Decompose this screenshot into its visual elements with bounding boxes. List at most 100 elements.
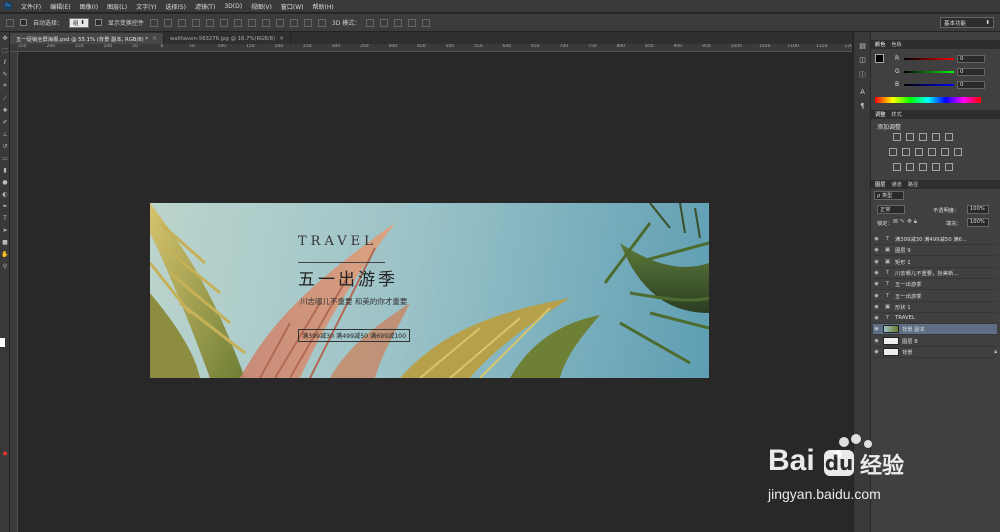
move-tool-icon[interactable]: ✥ xyxy=(1,34,9,42)
align-right-icon[interactable] xyxy=(219,18,228,27)
distribute-top-icon[interactable] xyxy=(233,18,242,27)
green-slider[interactable] xyxy=(904,70,954,73)
tab-channels[interactable]: 通道 xyxy=(891,181,901,188)
align-hcenter-icon[interactable] xyxy=(205,18,214,27)
exposure-icon[interactable] xyxy=(932,133,940,141)
vibrance-icon[interactable] xyxy=(945,133,953,141)
brightness-icon[interactable] xyxy=(893,133,901,141)
properties-panel-icon[interactable]: ◫ xyxy=(858,56,867,65)
layer-filter-dropdown[interactable]: ρ 类型 xyxy=(874,191,904,200)
align-top-icon[interactable] xyxy=(149,18,158,27)
layer-name[interactable]: TRAVEL xyxy=(895,315,915,321)
red-slider-row[interactable]: R 0 xyxy=(895,54,1000,63)
layer-row[interactable]: ◉ ▣ 图层 9 xyxy=(873,245,997,257)
photo-filter-icon[interactable] xyxy=(928,148,936,156)
tab-color[interactable]: 颜色 xyxy=(875,41,885,48)
info-panel-icon[interactable]: ⓘ xyxy=(858,70,867,79)
menu-3d[interactable]: 3D(D) xyxy=(224,3,242,10)
green-value-input[interactable]: 0 xyxy=(957,67,985,76)
gradient-tool-icon[interactable]: ▮ xyxy=(1,166,9,174)
threshold-icon[interactable] xyxy=(919,163,927,171)
healing-tool-icon[interactable]: ✚ xyxy=(1,106,9,114)
tab-paths[interactable]: 路径 xyxy=(908,181,918,188)
opacity-input[interactable]: 100% xyxy=(967,205,989,214)
tab-adjustments[interactable]: 调整 xyxy=(875,111,885,118)
blue-slider[interactable] xyxy=(904,83,954,86)
pan-3d-icon[interactable] xyxy=(394,18,403,27)
show-transform-checkbox[interactable] xyxy=(94,19,102,26)
auto-select-dropdown[interactable]: 组 ⬍ xyxy=(69,17,89,28)
vertical-ruler[interactable] xyxy=(10,52,18,532)
channel-mixer-icon[interactable] xyxy=(941,148,949,156)
distribute-right-icon[interactable] xyxy=(303,18,312,27)
layer-row[interactable]: ◉ ▣ 形状 1 xyxy=(873,302,997,313)
menu-filter[interactable]: 滤镜(T) xyxy=(195,2,215,11)
menu-type[interactable]: 文字(Y) xyxy=(136,2,156,11)
paragraph-panel-icon[interactable]: ¶ xyxy=(858,102,867,111)
quick-select-tool-icon[interactable]: ✎ xyxy=(1,70,9,78)
layer-name[interactable]: 背景 xyxy=(902,348,913,356)
layer-row[interactable]: ◉ 图层 8 xyxy=(873,336,997,347)
menu-image[interactable]: 图像(I) xyxy=(80,2,98,11)
eraser-tool-icon[interactable]: ▭ xyxy=(1,154,9,162)
stamp-tool-icon[interactable]: ⊥ xyxy=(1,130,9,138)
green-slider-row[interactable]: G 0 xyxy=(895,67,1000,76)
horizontal-ruler[interactable]: 250 200 150 100 50 0 50 100 150 200 250 300 350 400 45… xyxy=(10,44,852,52)
blur-tool-icon[interactable]: ● xyxy=(1,178,9,186)
posterize-icon[interactable] xyxy=(906,163,914,171)
fill-input[interactable]: 100% xyxy=(967,218,989,227)
layer-name[interactable]: 五一出游季 xyxy=(895,280,922,288)
visibility-eye-icon[interactable]: ◉ xyxy=(873,293,880,299)
visibility-eye-icon[interactable]: ◉ xyxy=(873,338,880,344)
layer-name[interactable]: 图层 8 xyxy=(902,337,918,345)
curves-icon[interactable] xyxy=(919,133,927,141)
menu-select[interactable]: 选择(S) xyxy=(165,2,186,11)
menu-help[interactable]: 帮助(H) xyxy=(313,2,334,11)
layer-row[interactable]: ◉ T 满399减30 满499减50 满6... xyxy=(873,234,997,245)
banner-canvas[interactable]: TRAVEL 五一出游季 川志哪儿不重要 和美的你才重要 满399减30 满49… xyxy=(150,203,709,378)
shape-tool-icon[interactable]: ■ xyxy=(1,238,9,246)
zoom-tool-icon[interactable]: ⚲ xyxy=(1,262,9,270)
history-brush-icon[interactable]: ↺ xyxy=(1,142,9,150)
visibility-eye-icon[interactable]: ◉ xyxy=(873,259,880,265)
quick-mask-icon[interactable]: ✸ xyxy=(1,450,9,458)
visibility-eye-icon[interactable]: ◉ xyxy=(873,326,880,332)
lasso-tool-icon[interactable]: ℓ xyxy=(1,58,9,66)
layer-name[interactable]: 满399减30 满499减50 满6... xyxy=(895,235,967,243)
gradient-map-icon[interactable] xyxy=(945,163,953,171)
menu-edit[interactable]: 编辑(E) xyxy=(50,2,70,11)
color-spectrum-bar[interactable] xyxy=(875,97,981,103)
blend-mode-dropdown[interactable]: 正常 xyxy=(877,205,905,214)
dodge-tool-icon[interactable]: ◐ xyxy=(1,190,9,198)
path-select-tool-icon[interactable]: ➤ xyxy=(1,226,9,234)
levels-icon[interactable] xyxy=(906,133,914,141)
brush-tool-icon[interactable]: ✐ xyxy=(1,118,9,126)
slide-3d-icon[interactable] xyxy=(408,18,417,27)
distribute-vcenter-icon[interactable] xyxy=(247,18,256,27)
layer-name[interactable]: 形状 1 xyxy=(895,303,911,311)
visibility-eye-icon[interactable]: ◉ xyxy=(873,281,880,287)
layer-row[interactable]: ◉ ▣ 矩形 1 xyxy=(873,257,997,268)
distribute-bottom-icon[interactable] xyxy=(261,18,270,27)
menu-window[interactable]: 窗口(W) xyxy=(281,2,304,11)
align-left-icon[interactable] xyxy=(191,18,200,27)
pen-tool-icon[interactable]: ✒ xyxy=(1,202,9,210)
crop-tool-icon[interactable]: ⌗ xyxy=(1,82,9,90)
color-lookup-icon[interactable] xyxy=(954,148,962,156)
layer-name[interactable]: 五一出游季 xyxy=(895,292,922,300)
menu-view[interactable]: 视图(V) xyxy=(251,2,272,11)
tab-document-1[interactable]: 五一促销全屏海报.psd @ 55.1% (背景 副本, RGB/8) * × xyxy=(10,33,165,44)
hand-tool-icon[interactable]: ✋ xyxy=(1,250,9,258)
layer-row[interactable]: ◉ 背景 🔒︎ xyxy=(873,347,997,358)
distribute-hcenter-icon[interactable] xyxy=(289,18,298,27)
scale-3d-icon[interactable] xyxy=(422,18,431,27)
tab-layers[interactable]: 图层 xyxy=(875,181,885,188)
layer-name[interactable]: 矩形 1 xyxy=(895,258,911,266)
selective-color-icon[interactable] xyxy=(932,163,940,171)
close-icon[interactable]: × xyxy=(152,35,157,42)
layer-row[interactable]: ◉ T 五一出游季 xyxy=(873,279,997,291)
hue-saturation-icon[interactable] xyxy=(889,148,897,156)
red-slider[interactable] xyxy=(904,57,954,60)
visibility-eye-icon[interactable]: ◉ xyxy=(873,315,880,321)
layer-row[interactable]: ◉ T TRAVEL xyxy=(873,313,997,325)
